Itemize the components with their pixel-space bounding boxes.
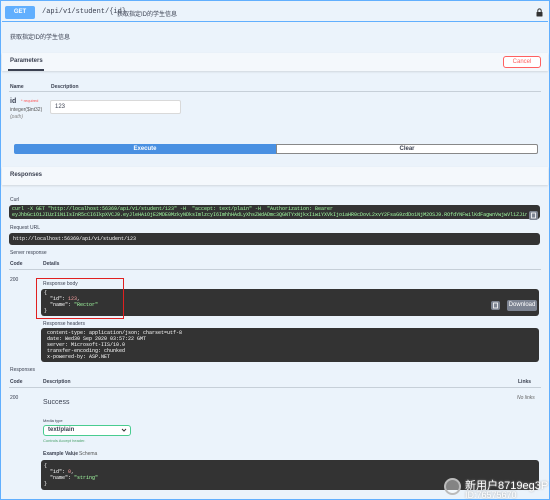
responses-header: Responses — [2, 167, 548, 185]
server-response-label: Server response — [10, 250, 47, 256]
parameters-header: Parameters Cancel — [2, 53, 548, 71]
http-method-badge: GET — [5, 6, 35, 19]
operation-block: GET /api/v1/student/{id} 获取指定ID的学生信息 获取指… — [0, 0, 550, 500]
request-url-label: Request URL — [10, 225, 41, 231]
json-line: "name": "string" — [44, 475, 99, 481]
lock-icon[interactable] — [536, 8, 543, 17]
tab-separator: | — [74, 451, 76, 457]
media-type-value: text/plain — [48, 427, 75, 433]
watermark-logo-icon — [444, 478, 461, 495]
column-header-code: Code — [10, 379, 23, 385]
curl-line-2: eyJhbGciOiJIUzI1NiIsInR5cCI6IkpXVCJ9.eyJ… — [12, 212, 527, 218]
copy-icon[interactable] — [529, 211, 538, 220]
operation-summary[interactable]: GET /api/v1/student/{id} 获取指定ID的学生信息 — [2, 4, 548, 22]
cancel-button[interactable]: Cancel — [503, 56, 541, 68]
tab-active-indicator — [8, 69, 44, 71]
clear-button[interactable]: Clear — [276, 144, 538, 154]
tab-schema[interactable]: Schema — [79, 451, 97, 457]
column-header-code: Code — [10, 261, 23, 267]
column-header-name: Name — [10, 84, 24, 90]
watermark-id: ID:76575670 — [465, 490, 517, 500]
chevron-down-icon — [121, 428, 127, 432]
header-line: x-powered-by: ASP.NET — [44, 354, 111, 360]
column-header-description: Description — [51, 84, 79, 90]
param-location: (path) — [10, 114, 24, 120]
param-name: id — [10, 98, 17, 105]
curl-command-box[interactable]: curl -X GET "http://localhost:56369/api/… — [9, 205, 540, 219]
no-links-text: No links — [517, 395, 535, 401]
responses-label: Responses — [10, 367, 36, 373]
response-code: 200 — [10, 277, 19, 283]
column-header-links: Links — [518, 379, 532, 385]
divider — [9, 269, 541, 270]
divider — [9, 387, 541, 388]
controls-accept-note: Controls Accept header. — [43, 438, 86, 443]
operation-description: 获取指定ID的学生信息 — [10, 35, 71, 41]
id-input[interactable]: 123 — [50, 100, 181, 114]
watermark: 新用户8719eg3P ID:76575670 — [441, 475, 550, 500]
media-type-label: Media type — [43, 418, 63, 423]
highlight-box — [36, 278, 124, 319]
column-header-details: Details — [43, 261, 60, 267]
request-url-box[interactable]: http://localhost:56369/api/v1/student/12… — [9, 233, 540, 245]
curl-label: Curl — [10, 197, 20, 203]
response-headers-label: Response headers — [43, 321, 85, 327]
tab-parameters[interactable]: Parameters — [10, 58, 43, 64]
tab-example-value[interactable]: Example Value — [43, 451, 78, 457]
response-code: 200 — [10, 395, 19, 401]
media-type-select[interactable]: text/plain — [43, 425, 131, 436]
endpoint-summary: 获取指定ID的学生信息 — [117, 12, 178, 18]
endpoint-path: /api/v1/student/{id} — [42, 8, 127, 16]
response-description: Success — [43, 399, 70, 406]
response-headers-box[interactable]: content-type: application/json; charset=… — [41, 328, 539, 362]
copy-icon[interactable] — [491, 301, 500, 310]
param-required-flag: * required — [21, 98, 39, 103]
param-type: integer($int32) — [10, 107, 43, 113]
download-button[interactable]: Download — [507, 300, 537, 311]
divider — [9, 91, 541, 92]
json-line: } — [44, 481, 48, 487]
responses-title: Responses — [10, 172, 43, 178]
execute-button[interactable]: Execute — [14, 144, 276, 154]
column-header-description: Description — [43, 379, 71, 385]
